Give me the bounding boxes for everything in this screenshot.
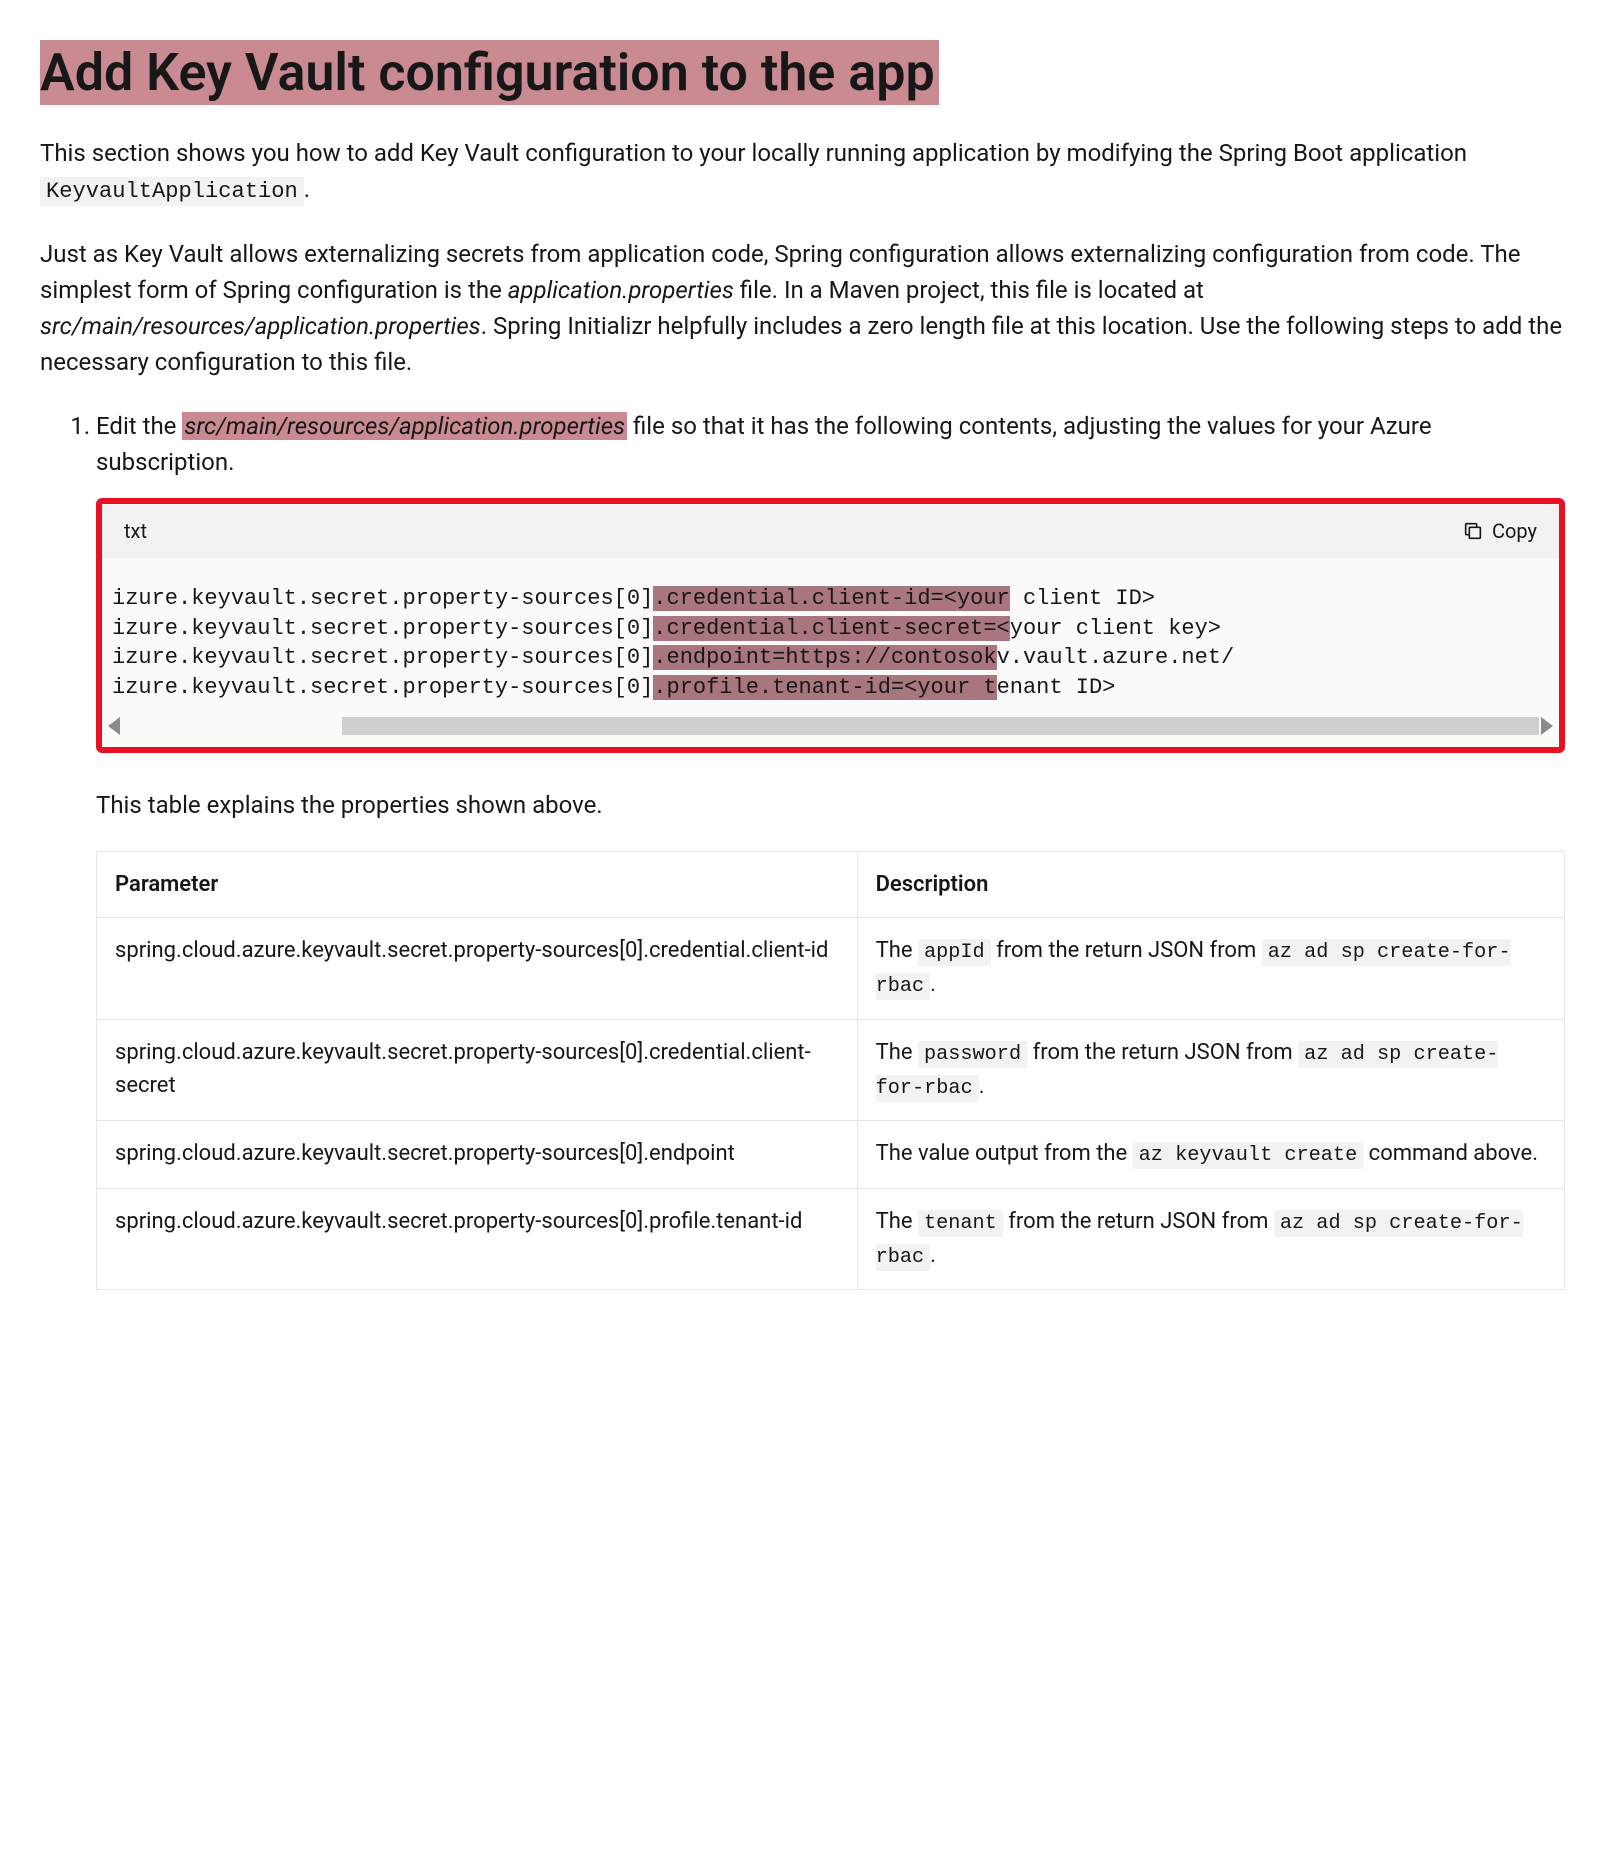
paragraph-2: Just as Key Vault allows externalizing s… xyxy=(40,236,1565,380)
desc-cell: The tenant from the return JSON from az … xyxy=(857,1188,1564,1290)
intro-text-post: . xyxy=(304,175,310,203)
intro-text-pre: This section shows you how to add Key Va… xyxy=(40,139,1467,167)
scroll-thumb[interactable] xyxy=(342,717,1539,735)
step-1: Edit the src/main/resources/application.… xyxy=(96,408,1565,1290)
intro-code: KeyvaultApplication xyxy=(40,177,304,206)
p2-b: application.properties xyxy=(508,276,734,304)
properties-table: Parameter Description spring.cloud.azure… xyxy=(96,851,1565,1290)
copy-button[interactable]: Copy xyxy=(1462,516,1537,546)
code-line-2: izure.keyvault.secret.property-sources[0… xyxy=(102,614,1559,644)
desc-cell: The password from the return JSON from a… xyxy=(857,1019,1564,1121)
scroll-left-icon[interactable] xyxy=(108,717,120,735)
p2-d: src/main/resources/application.propertie… xyxy=(40,312,481,340)
code-line-4: izure.keyvault.secret.property-sources[0… xyxy=(102,673,1559,703)
horizontal-scrollbar[interactable] xyxy=(102,717,1559,735)
param-cell: spring.cloud.azure.keyvault.secret.prope… xyxy=(97,917,858,1019)
intro-paragraph: This section shows you how to add Key Va… xyxy=(40,135,1565,208)
code-body: izure.keyvault.secret.property-sources[0… xyxy=(102,558,1559,747)
code-header: txt Copy xyxy=(102,504,1559,558)
col-description: Description xyxy=(857,851,1564,917)
param-cell: spring.cloud.azure.keyvault.secret.prope… xyxy=(97,1019,858,1121)
copy-icon xyxy=(1462,520,1484,542)
desc-cell: The value output from the az keyvault cr… xyxy=(857,1121,1564,1188)
code-line-1: izure.keyvault.secret.property-sources[0… xyxy=(102,584,1559,614)
p2-c: file. In a Maven project, this file is l… xyxy=(734,276,1204,304)
table-row: spring.cloud.azure.keyvault.secret.prope… xyxy=(97,1121,1565,1188)
step1-a: Edit the xyxy=(96,412,182,440)
col-parameter: Parameter xyxy=(97,851,858,917)
table-row: spring.cloud.azure.keyvault.secret.prope… xyxy=(97,1019,1565,1121)
desc-cell: The appId from the return JSON from az a… xyxy=(857,917,1564,1019)
page-title: Add Key Vault configuration to the app xyxy=(40,40,939,105)
table-intro: This table explains the properties shown… xyxy=(96,787,1565,823)
code-lang-label: txt xyxy=(124,516,147,546)
param-cell: spring.cloud.azure.keyvault.secret.prope… xyxy=(97,1188,858,1290)
copy-label: Copy xyxy=(1492,516,1537,546)
table-row: spring.cloud.azure.keyvault.secret.prope… xyxy=(97,1188,1565,1290)
param-cell: spring.cloud.azure.keyvault.secret.prope… xyxy=(97,1121,858,1188)
step1-path: src/main/resources/application.propertie… xyxy=(182,412,627,440)
scroll-right-icon[interactable] xyxy=(1541,717,1553,735)
table-row: spring.cloud.azure.keyvault.secret.prope… xyxy=(97,917,1565,1019)
code-line-3: izure.keyvault.secret.property-sources[0… xyxy=(102,643,1559,673)
code-block: txt Copy izure.keyvault.secret.property-… xyxy=(96,498,1565,753)
